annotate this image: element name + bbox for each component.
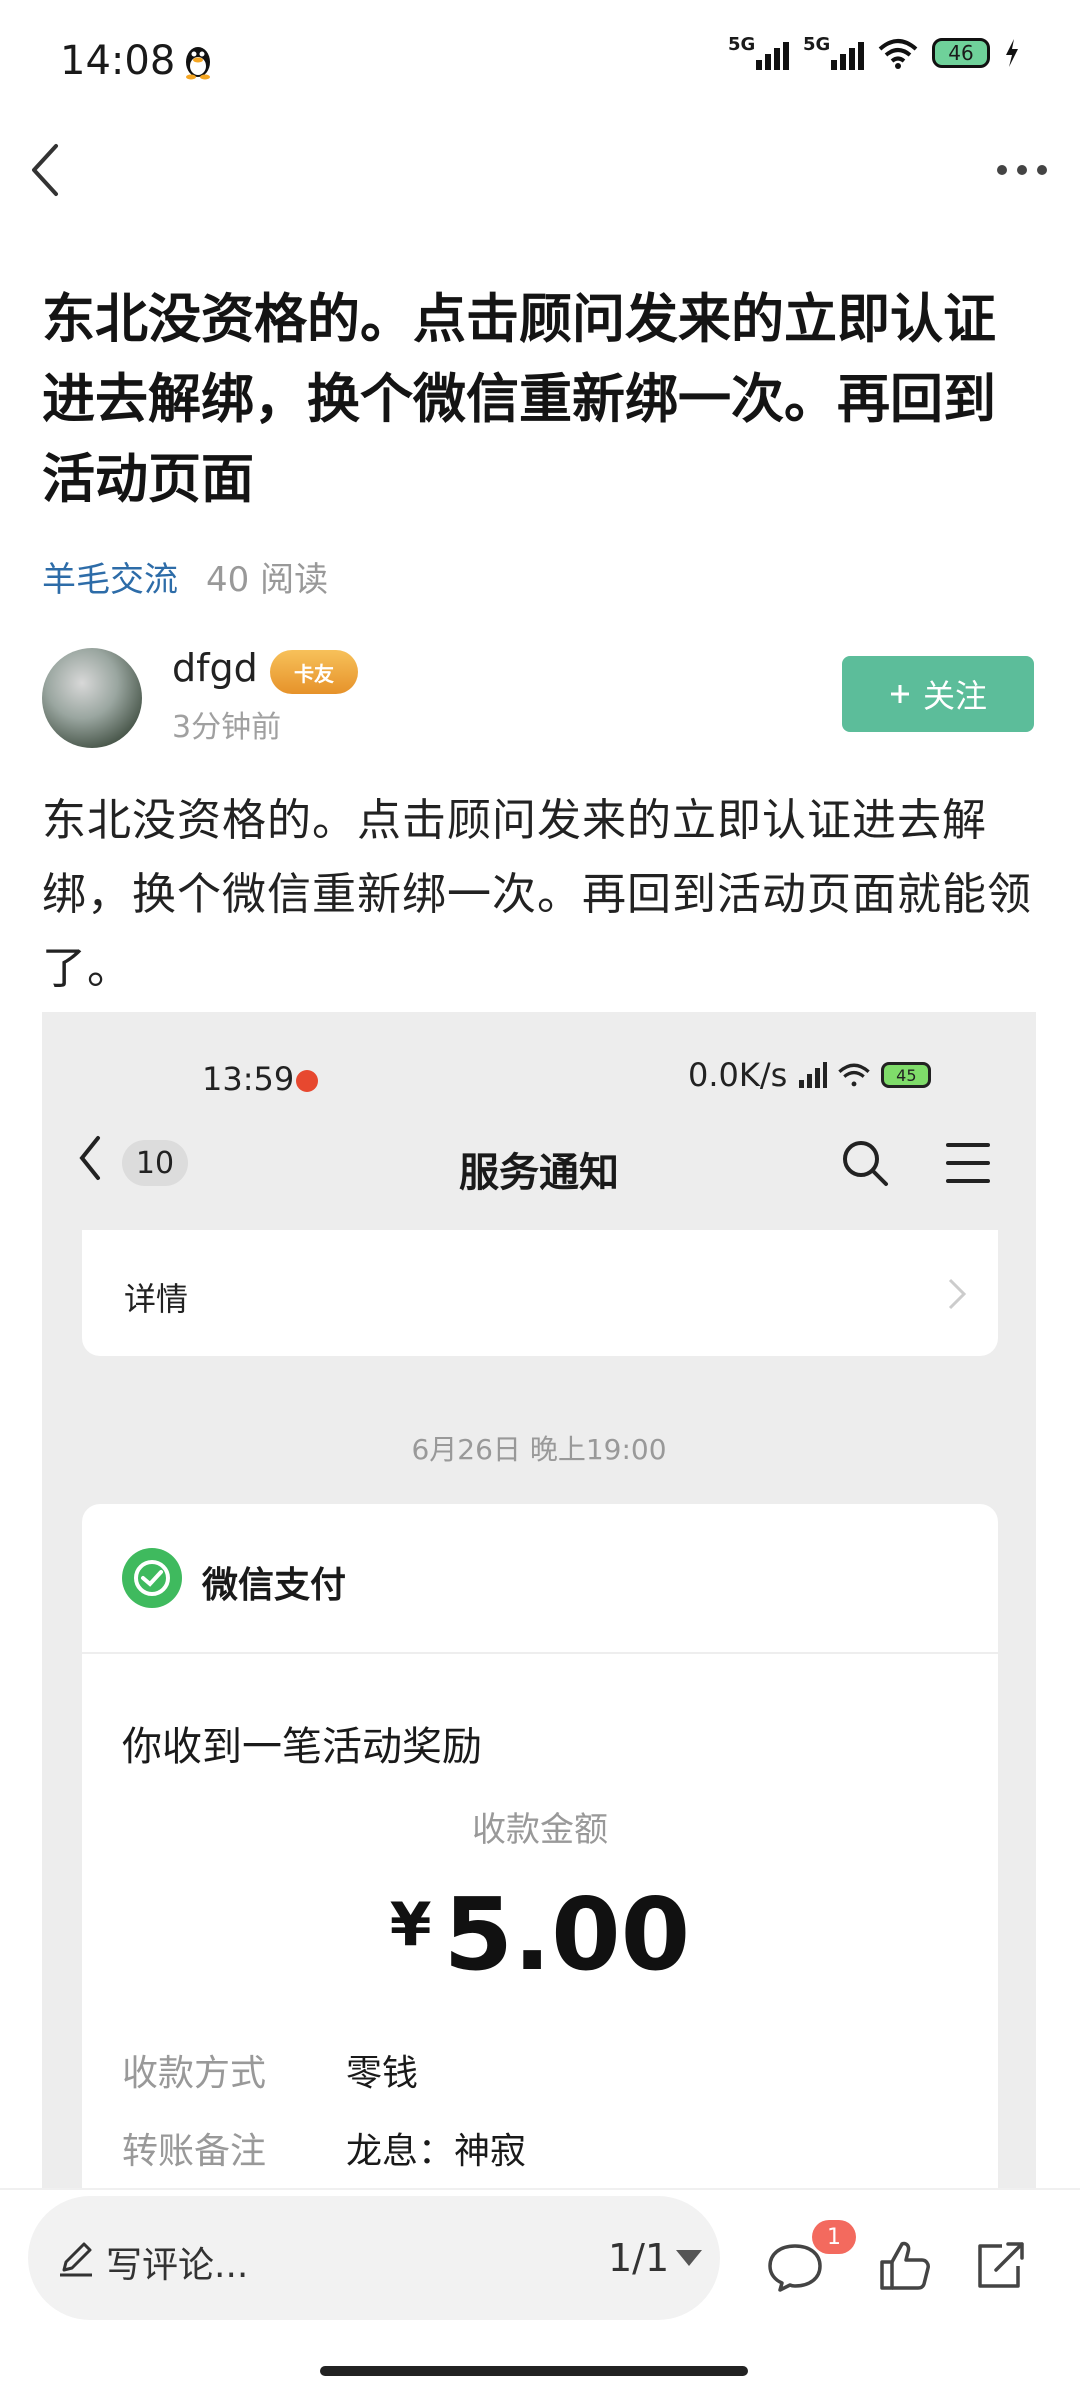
wifi-icon bbox=[838, 1063, 871, 1087]
follow-label: 关注 bbox=[922, 678, 987, 714]
network-speed: 0.0K/s bbox=[688, 1056, 788, 1094]
amount-label: 收款金额 bbox=[472, 1810, 608, 1850]
wechat-pay-icon bbox=[122, 1548, 182, 1608]
more-options-icon[interactable] bbox=[994, 152, 1050, 188]
page-indicator[interactable]: 1/1 bbox=[608, 2236, 669, 2280]
signal-icon-1: 5G bbox=[728, 34, 789, 70]
battery-icon: 45 bbox=[881, 1062, 932, 1088]
battery-icon: 46 bbox=[932, 38, 990, 68]
qq-penguin-icon bbox=[186, 47, 210, 80]
row-key: 转账备注 bbox=[122, 2131, 267, 2172]
post-body: 东北没资格的。点击顾问发来的立即认证进去解绑，换个微信重新绑一次。再回到活动页面… bbox=[42, 795, 1032, 994]
screenshot-status-time: 13:59 bbox=[202, 1060, 295, 1098]
message-date: 6月26日 晚上19:00 bbox=[411, 1433, 667, 1466]
follow-button[interactable]: 关注 bbox=[842, 656, 1034, 732]
screenshot-status-icons: 0.0K/s 45 bbox=[688, 1056, 932, 1094]
payment-card: 微信支付 你收到一笔活动奖励 收款金额 ¥5.00 收款方式 零钱 转账备注 龙息：… bbox=[82, 1504, 998, 2188]
pen-icon bbox=[60, 2242, 92, 2277]
details-card: 详情 bbox=[82, 1230, 998, 1356]
attached-screenshot[interactable]: 13:59 0.0K/s 45 10 服务通知 详情 6月26日 晚上19:00… bbox=[42, 1012, 1036, 2188]
details-label: 详情 bbox=[124, 1280, 189, 1318]
row-value: 龙息：神寂 bbox=[346, 2131, 527, 2172]
topic-tag[interactable]: 羊毛交流 bbox=[42, 560, 178, 600]
reward-message: 你收到一笔活动奖励 bbox=[122, 1724, 482, 1770]
wifi-icon bbox=[878, 39, 918, 69]
author-name[interactable]: dfgd bbox=[172, 646, 258, 690]
amount: ¥5.00 bbox=[82, 1876, 998, 1993]
comment-count-badge: 1 bbox=[812, 2220, 856, 2254]
post-time: 3分钟前 bbox=[172, 710, 282, 745]
search-icon bbox=[843, 1141, 888, 1186]
signal-icon bbox=[799, 1062, 828, 1088]
currency-symbol: ¥ bbox=[389, 1890, 432, 1960]
amount-value: 5.00 bbox=[443, 1876, 691, 1993]
read-count: 40 阅读 bbox=[206, 560, 329, 600]
notification-dot-icon bbox=[296, 1070, 318, 1092]
charging-icon bbox=[1006, 39, 1018, 67]
status-time: 14:08 bbox=[60, 38, 176, 84]
thumbs-up-icon[interactable] bbox=[878, 2238, 932, 2292]
transfer-note-row: 转账备注 龙息：神寂 bbox=[122, 2122, 526, 2174]
comment-placeholder[interactable]: 写评论... bbox=[106, 2236, 248, 2288]
post-title: 东北没资格的。点击顾问发来的立即认证进去解绑，换个微信重新绑一次。再回到活动页面 bbox=[42, 289, 996, 510]
status-icons: 5G 5G 46 bbox=[728, 34, 1020, 70]
menu-icon bbox=[946, 1143, 990, 1183]
home-indicator[interactable] bbox=[320, 2366, 748, 2376]
member-badge: 卡友 bbox=[270, 650, 358, 694]
signal-icon-2: 5G bbox=[803, 34, 864, 70]
share-icon[interactable] bbox=[972, 2238, 1028, 2292]
divider bbox=[82, 1652, 998, 1654]
row-value: 零钱 bbox=[346, 2053, 419, 2094]
dropdown-triangle-icon[interactable] bbox=[676, 2250, 702, 2266]
chevron-right-icon bbox=[948, 1278, 967, 1310]
plus-icon bbox=[890, 685, 909, 703]
sender-name: 微信支付 bbox=[202, 1565, 347, 1606]
back-arrow-icon[interactable] bbox=[26, 140, 66, 200]
post-meta: 羊毛交流 40 阅读 bbox=[42, 552, 328, 601]
row-key: 收款方式 bbox=[122, 2053, 267, 2094]
payment-method-row: 收款方式 零钱 bbox=[122, 2044, 418, 2096]
avatar[interactable] bbox=[42, 648, 142, 748]
